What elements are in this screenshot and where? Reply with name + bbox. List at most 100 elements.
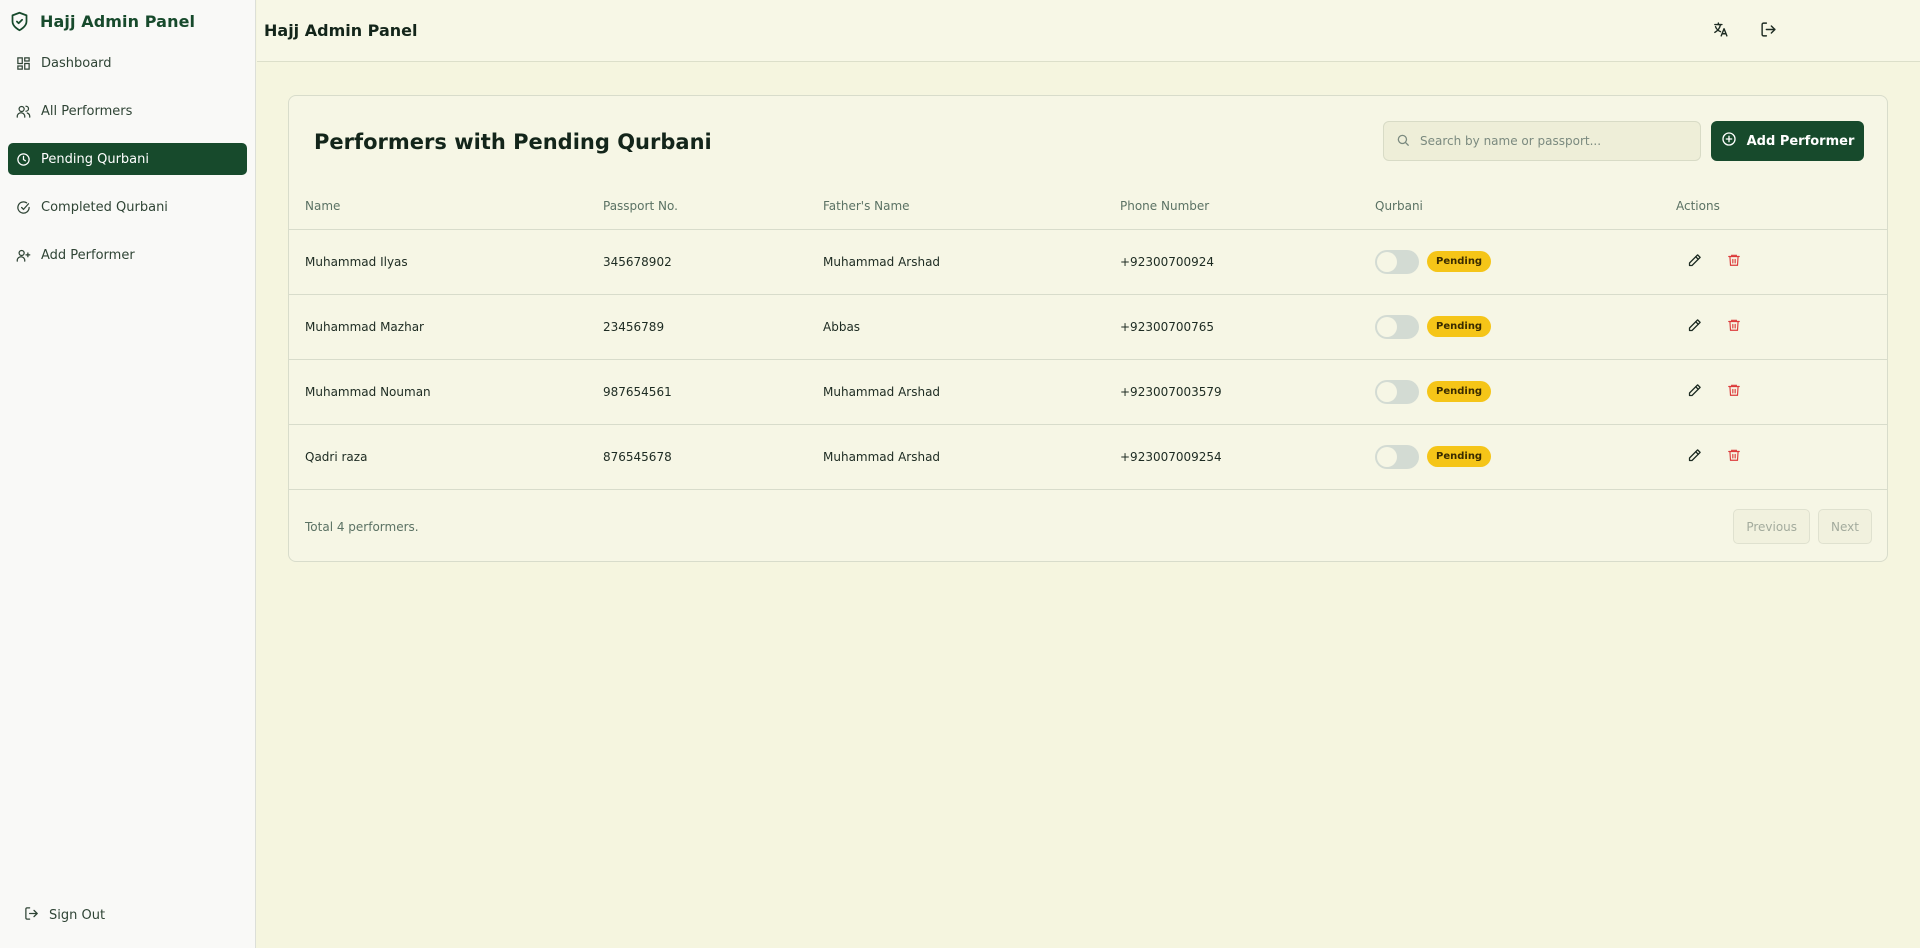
cell-name: Muhammad Mazhar bbox=[289, 294, 603, 360]
cell-passport: 23456789 bbox=[603, 294, 823, 360]
translate-button[interactable] bbox=[1708, 19, 1732, 43]
sign-out-button[interactable]: Sign Out bbox=[24, 906, 105, 925]
status-badge: Pending bbox=[1427, 446, 1492, 467]
cell-qurbani: Pending bbox=[1375, 294, 1676, 360]
qurbani-toggle[interactable] bbox=[1375, 379, 1419, 404]
sidebar-item-label: Pending Qurbani bbox=[41, 151, 149, 167]
sidebar-nav: Dashboard All Performers Pending Qurbani… bbox=[0, 47, 255, 271]
edit-button[interactable] bbox=[1684, 252, 1704, 272]
plus-circle-icon bbox=[1721, 131, 1737, 151]
delete-button[interactable] bbox=[1724, 447, 1744, 467]
status-badge: Pending bbox=[1427, 251, 1492, 272]
pencil-icon bbox=[1687, 448, 1702, 466]
cell-name: Muhammad Nouman bbox=[289, 359, 603, 425]
cell-phone: +923007009254 bbox=[1120, 424, 1375, 490]
delete-button[interactable] bbox=[1724, 317, 1744, 337]
toggle-knob bbox=[1377, 381, 1397, 402]
header-title: Hajj Admin Panel bbox=[264, 21, 418, 40]
column-header-passport[interactable]: Passport No. bbox=[603, 184, 823, 230]
shield-check-icon bbox=[9, 11, 30, 32]
sidebar-item-label: All Performers bbox=[41, 103, 133, 119]
qurbani-toggle[interactable] bbox=[1375, 249, 1419, 274]
sidebar-item-pending-qurbani[interactable]: Pending Qurbani bbox=[8, 143, 247, 175]
cell-name: Qadri raza bbox=[289, 424, 603, 490]
delete-button[interactable] bbox=[1724, 252, 1744, 272]
cell-father-name: Muhammad Arshad bbox=[823, 359, 1120, 425]
sidebar-item-completed-qurbani[interactable]: Completed Qurbani bbox=[8, 191, 247, 223]
logout-button[interactable] bbox=[1756, 19, 1780, 43]
search-icon bbox=[1396, 132, 1410, 151]
column-header-phone[interactable]: Phone Number bbox=[1120, 184, 1375, 230]
sidebar-item-dashboard[interactable]: Dashboard bbox=[8, 47, 247, 79]
trash-icon bbox=[1727, 383, 1741, 400]
status-badge: Pending bbox=[1427, 381, 1492, 402]
cell-qurbani: Pending bbox=[1375, 424, 1676, 490]
table-row: Muhammad Ilyas 345678902 Muhammad Arshad… bbox=[289, 229, 1887, 295]
table-row: Qadri raza 876545678 Muhammad Arshad +92… bbox=[289, 424, 1887, 490]
table-header-row: Name Passport No. Father's Name Phone Nu… bbox=[289, 184, 1887, 230]
pencil-icon bbox=[1687, 383, 1702, 401]
pencil-icon bbox=[1687, 253, 1702, 271]
qurbani-toggle[interactable] bbox=[1375, 444, 1419, 469]
sidebar: Hajj Admin Panel Dashboard All Performer… bbox=[0, 0, 256, 948]
trash-icon bbox=[1727, 253, 1741, 270]
trash-icon bbox=[1727, 318, 1741, 335]
next-button[interactable]: Next bbox=[1818, 509, 1872, 544]
sign-out-label: Sign Out bbox=[49, 908, 106, 923]
top-header: Hajj Admin Panel bbox=[257, 0, 1920, 62]
column-header-name[interactable]: Name bbox=[289, 184, 603, 230]
performers-table: Name Passport No. Father's Name Phone Nu… bbox=[289, 184, 1887, 490]
cell-actions bbox=[1676, 229, 1887, 295]
pagination: Previous Next bbox=[1733, 509, 1872, 544]
cell-phone: +92300700924 bbox=[1120, 229, 1375, 295]
table-row: Muhammad Nouman 987654561 Muhammad Arsha… bbox=[289, 359, 1887, 425]
sidebar-item-label: Add Performer bbox=[41, 247, 135, 263]
column-header-qurbani[interactable]: Qurbani bbox=[1375, 184, 1676, 230]
cell-actions bbox=[1676, 359, 1887, 425]
add-performer-button[interactable]: Add Performer bbox=[1711, 121, 1864, 161]
qurbani-toggle[interactable] bbox=[1375, 314, 1419, 339]
translate-icon bbox=[1712, 21, 1729, 42]
edit-button[interactable] bbox=[1684, 317, 1704, 337]
cell-father-name: Muhammad Arshad bbox=[823, 229, 1120, 295]
sidebar-item-add-performer[interactable]: Add Performer bbox=[8, 239, 247, 271]
performers-card: Performers with Pending Qurbani Add Perf… bbox=[288, 95, 1888, 562]
sidebar-item-all-performers[interactable]: All Performers bbox=[8, 95, 247, 127]
trash-icon bbox=[1727, 448, 1741, 465]
sidebar-item-label: Dashboard bbox=[41, 55, 112, 71]
cell-father-name: Abbas bbox=[823, 294, 1120, 360]
cell-passport: 987654561 bbox=[603, 359, 823, 425]
column-header-actions: Actions bbox=[1676, 184, 1887, 230]
edit-button[interactable] bbox=[1684, 382, 1704, 402]
cell-qurbani: Pending bbox=[1375, 229, 1676, 295]
users-icon bbox=[16, 104, 31, 119]
logout-icon bbox=[1760, 21, 1777, 42]
toggle-knob bbox=[1377, 251, 1397, 272]
brand-title: Hajj Admin Panel bbox=[40, 11, 196, 31]
table-row: Muhammad Mazhar 23456789 Abbas +92300700… bbox=[289, 294, 1887, 360]
total-count: Total 4 performers. bbox=[305, 520, 419, 534]
header-actions bbox=[1708, 19, 1780, 43]
edit-button[interactable] bbox=[1684, 447, 1704, 467]
logout-icon bbox=[24, 906, 39, 925]
clock-icon bbox=[16, 152, 31, 167]
cell-actions bbox=[1676, 294, 1887, 360]
sidebar-item-label: Completed Qurbani bbox=[41, 199, 168, 215]
previous-button[interactable]: Previous bbox=[1733, 509, 1811, 544]
cell-passport: 876545678 bbox=[603, 424, 823, 490]
dashboard-icon bbox=[16, 56, 31, 71]
cell-qurbani: Pending bbox=[1375, 359, 1676, 425]
delete-button[interactable] bbox=[1724, 382, 1744, 402]
check-circle-icon bbox=[16, 200, 31, 215]
cell-phone: +923007003579 bbox=[1120, 359, 1375, 425]
search-input[interactable] bbox=[1420, 134, 1690, 148]
toggle-knob bbox=[1377, 316, 1397, 337]
column-header-father-name[interactable]: Father's Name bbox=[823, 184, 1120, 230]
cell-name: Muhammad Ilyas bbox=[289, 229, 603, 295]
brand: Hajj Admin Panel bbox=[0, 1, 255, 41]
add-performer-label: Add Performer bbox=[1746, 133, 1855, 149]
toggle-knob bbox=[1377, 446, 1397, 467]
cell-father-name: Muhammad Arshad bbox=[823, 424, 1120, 490]
pencil-icon bbox=[1687, 318, 1702, 336]
search-box[interactable] bbox=[1383, 121, 1701, 161]
